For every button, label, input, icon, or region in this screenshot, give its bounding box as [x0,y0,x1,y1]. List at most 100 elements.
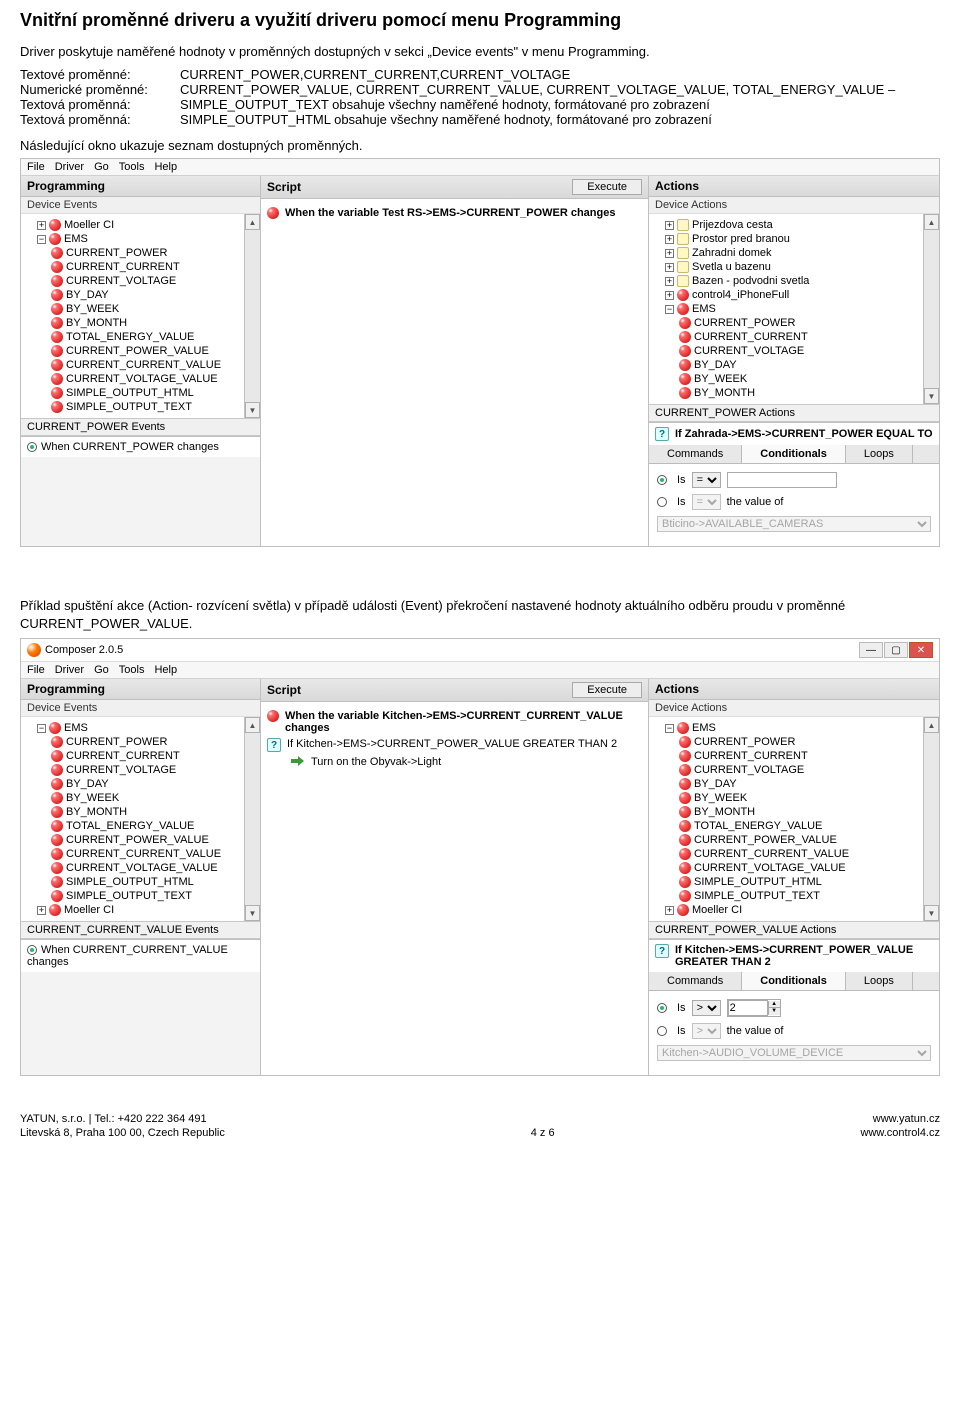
expand-icon[interactable]: + [665,291,674,300]
tree-item[interactable]: +Moeller CI [37,903,242,917]
menu-file[interactable]: File [27,161,45,173]
maximize-button[interactable]: ▢ [884,642,908,658]
tree-item[interactable]: SIMPLE_OUTPUT_TEXT [51,889,242,903]
device-events-tree[interactable]: −EMSCURRENT_POWERCURRENT_CURRENTCURRENT_… [21,717,244,921]
collapse-icon[interactable]: − [665,724,674,733]
tree-item[interactable]: CURRENT_POWER_VALUE [51,833,242,847]
event-radio[interactable]: When CURRENT_CURRENT_VALUE changes [27,944,228,968]
tree-item[interactable]: CURRENT_CURRENT_VALUE [679,847,921,861]
execute-button[interactable]: Execute [572,682,642,698]
scrollbar[interactable]: ▲▼ [244,214,260,418]
tree-item[interactable]: SIMPLE_OUTPUT_TEXT [679,889,921,903]
tree-item[interactable]: BY_DAY [679,358,921,372]
tree-item[interactable]: BY_DAY [51,777,242,791]
tree-item[interactable]: BY_WEEK [679,791,921,805]
tree-item[interactable]: CURRENT_CURRENT [679,749,921,763]
tree-item[interactable]: CURRENT_POWER [51,735,242,749]
tree-item[interactable]: TOTAL_ENERGY_VALUE [679,819,921,833]
tree-item[interactable]: SIMPLE_OUTPUT_HTML [51,875,242,889]
tree-item[interactable]: BY_MONTH [51,316,242,330]
device-actions-tree[interactable]: +Prijezdova cesta+Prostor pred branou+Za… [649,214,923,404]
tree-item[interactable]: +Prijezdova cesta [665,218,921,232]
radio-is-value[interactable] [657,475,667,485]
tree-item[interactable]: −EMS [665,721,921,735]
tree-item[interactable]: CURRENT_VOLTAGE [679,344,921,358]
expand-icon[interactable]: + [665,249,674,258]
value-spinbox[interactable]: ▲▼ [727,999,781,1017]
tree-item[interactable]: CURRENT_POWER [679,316,921,330]
tab-loops[interactable]: Loops [846,445,913,463]
tree-item[interactable]: +Bazen - podvodni svetla [665,274,921,288]
radio-is-value[interactable] [657,1003,667,1013]
tree-item[interactable]: SIMPLE_OUTPUT_TEXT [51,400,242,414]
tree-item[interactable]: +control4_iPhoneFull [665,288,921,302]
tree-item[interactable]: CURRENT_POWER [679,735,921,749]
tab-commands[interactable]: Commands [649,445,742,463]
tree-item[interactable]: CURRENT_CURRENT_VALUE [51,358,242,372]
tree-item[interactable]: +Prostor pred branou [665,232,921,246]
device-actions-tree[interactable]: −EMSCURRENT_POWERCURRENT_CURRENTCURRENT_… [649,717,923,921]
minimize-button[interactable]: — [859,642,883,658]
event-radio[interactable]: When CURRENT_POWER changes [27,441,219,453]
close-button[interactable]: ✕ [909,642,933,658]
tree-item[interactable]: +Moeller CI [37,218,242,232]
tree-item[interactable]: CURRENT_VOLTAGE [679,763,921,777]
operator-select[interactable]: = [692,472,721,488]
tree-item[interactable]: BY_WEEK [51,791,242,805]
collapse-icon[interactable]: − [37,724,46,733]
tree-item[interactable]: CURRENT_CURRENT [51,749,242,763]
tree-item[interactable]: TOTAL_ENERGY_VALUE [51,330,242,344]
tree-item[interactable]: CURRENT_POWER_VALUE [679,833,921,847]
menu-driver[interactable]: Driver [55,664,84,676]
tree-item[interactable]: BY_WEEK [51,302,242,316]
tree-item[interactable]: CURRENT_POWER_VALUE [51,344,242,358]
scrollbar[interactable]: ▲▼ [244,717,260,921]
tree-item[interactable]: CURRENT_POWER [51,246,242,260]
collapse-icon[interactable]: − [665,305,674,314]
tree-item[interactable]: −EMS [665,302,921,316]
menu-file[interactable]: File [27,664,45,676]
menu-driver[interactable]: Driver [55,161,84,173]
scrollbar[interactable]: ▲▼ [923,214,939,404]
tree-item[interactable]: CURRENT_VOLTAGE_VALUE [679,861,921,875]
expand-icon[interactable]: + [37,906,46,915]
expand-icon[interactable]: + [665,263,674,272]
menu-tools[interactable]: Tools [119,664,145,676]
tree-item[interactable]: SIMPLE_OUTPUT_HTML [51,386,242,400]
tree-item[interactable]: BY_DAY [679,777,921,791]
tree-item[interactable]: BY_MONTH [679,386,921,400]
expand-icon[interactable]: + [665,235,674,244]
tree-item[interactable]: +Svetla u bazenu [665,260,921,274]
tree-item[interactable]: CURRENT_VOLTAGE_VALUE [51,861,242,875]
execute-button[interactable]: Execute [572,179,642,195]
menu-go[interactable]: Go [94,664,109,676]
tab-loops[interactable]: Loops [846,972,913,990]
operator-select[interactable]: > [692,1000,721,1016]
tab-conditionals[interactable]: Conditionals [742,445,846,463]
expand-icon[interactable]: + [37,221,46,230]
tree-item[interactable]: CURRENT_CURRENT [679,330,921,344]
value-input[interactable] [727,472,837,488]
tree-item[interactable]: CURRENT_VOLTAGE [51,274,242,288]
menu-help[interactable]: Help [154,664,177,676]
tree-item[interactable]: CURRENT_CURRENT [51,260,242,274]
tree-item[interactable]: TOTAL_ENERGY_VALUE [51,819,242,833]
tab-conditionals[interactable]: Conditionals [742,972,846,990]
tree-item[interactable]: BY_MONTH [51,805,242,819]
tree-item[interactable]: CURRENT_VOLTAGE_VALUE [51,372,242,386]
expand-icon[interactable]: + [665,277,674,286]
tree-item[interactable]: BY_MONTH [679,805,921,819]
expand-icon[interactable]: + [665,906,674,915]
menu-go[interactable]: Go [94,161,109,173]
radio-is-valueof[interactable] [657,497,667,507]
collapse-icon[interactable]: − [37,235,46,244]
tree-item[interactable]: −EMS [37,232,242,246]
tree-item[interactable]: CURRENT_VOLTAGE [51,763,242,777]
expand-icon[interactable]: + [665,221,674,230]
device-events-tree[interactable]: +Moeller CI−EMSCURRENT_POWERCURRENT_CURR… [21,214,244,418]
tab-commands[interactable]: Commands [649,972,742,990]
tree-item[interactable]: CURRENT_CURRENT_VALUE [51,847,242,861]
tree-item[interactable]: +Zahradni domek [665,246,921,260]
radio-is-valueof[interactable] [657,1026,667,1036]
tree-item[interactable]: BY_DAY [51,288,242,302]
